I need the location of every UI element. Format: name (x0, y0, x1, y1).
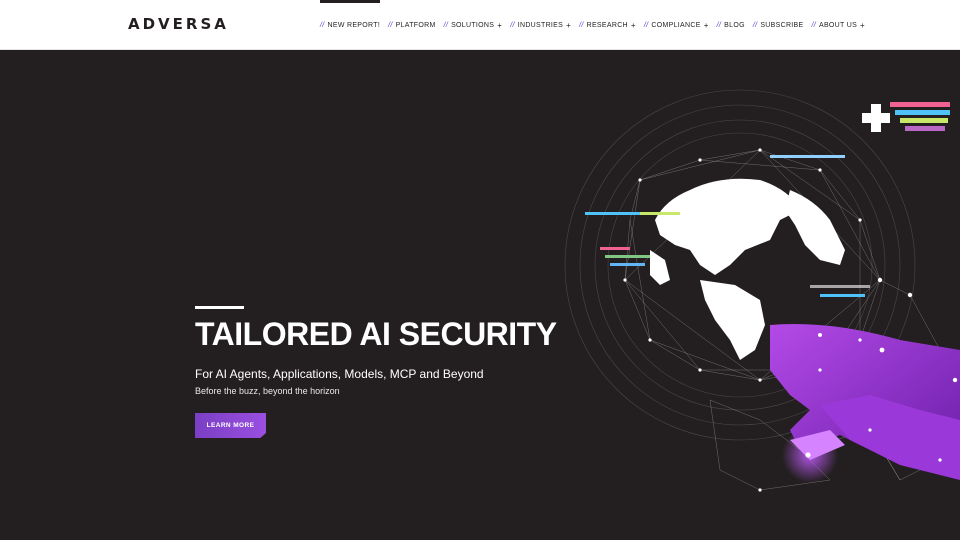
learn-more-button[interactable]: LEARN MORE (195, 413, 266, 438)
nav-item-label: NEW REPORT! (327, 21, 381, 29)
nav-item-compliance[interactable]: // COMPLIANCE + (644, 21, 709, 30)
nav-item-solutions[interactable]: // SOLUTIONS + (444, 21, 503, 30)
accent-line (195, 306, 244, 309)
nav-item-label: RESEARCH (586, 21, 628, 29)
nav-item-label: SUBSCRIBE (760, 21, 804, 29)
globe-network-illustration (564, 89, 960, 492)
hero-subtitle: For AI Agents, Applications, Models, MCP… (195, 367, 484, 381)
hero-title: TAILORED AI SECURITY (195, 316, 557, 352)
nav-separator: // (443, 21, 449, 29)
nav-separator: // (579, 21, 584, 29)
nav-item-research[interactable]: // RESEARCH + (579, 21, 636, 30)
site-header: ADVERSA // NEW REPORT! // PLATFORM // SO… (0, 0, 960, 50)
nav-separator: // (716, 21, 722, 29)
nav-item-label: BLOG (724, 21, 745, 29)
nav-item-label: ABOUT US (818, 21, 858, 29)
nav-item-subscribe[interactable]: // SUBSCRIBE (753, 22, 804, 29)
plus-icon: + (703, 20, 709, 30)
hero-tagline: Before the buzz, beyond the horizon (195, 386, 340, 396)
robotic-hand-illustration (770, 324, 960, 483)
nav-item-label: INDUSTRIES (517, 21, 564, 29)
main-nav: // NEW REPORT! // PLATFORM // SOLUTIONS … (320, 18, 865, 32)
logo-text: ADVERSA (128, 15, 229, 33)
nav-item-label: PLATFORM (395, 21, 436, 29)
nav-separator: // (811, 21, 816, 29)
plus-icon: + (630, 20, 636, 30)
active-nav-indicator (320, 0, 380, 3)
nav-item-industries[interactable]: // INDUSTRIES + (510, 21, 571, 30)
plus-icon: + (497, 20, 503, 30)
plus-icon: + (860, 20, 866, 30)
nav-item-platform[interactable]: // PLATFORM (388, 22, 436, 29)
nav-item-about-us[interactable]: // ABOUT US + (811, 21, 865, 30)
hero-section: TAILORED AI SECURITY For AI Agents, Appl… (0, 50, 960, 540)
nav-separator: // (510, 21, 515, 29)
nav-item-label: SOLUTIONS (451, 21, 495, 29)
nav-item-label: COMPLIANCE (651, 21, 701, 29)
nav-separator: // (643, 21, 649, 29)
plus-icon: + (566, 20, 572, 30)
nav-item-blog[interactable]: // BLOG (717, 22, 745, 29)
nav-separator: // (320, 21, 325, 29)
nav-separator: // (388, 21, 393, 29)
nav-item-new-report[interactable]: // NEW REPORT! (320, 22, 380, 29)
nav-separator: // (752, 21, 758, 29)
logo[interactable]: ADVERSA (128, 15, 229, 33)
